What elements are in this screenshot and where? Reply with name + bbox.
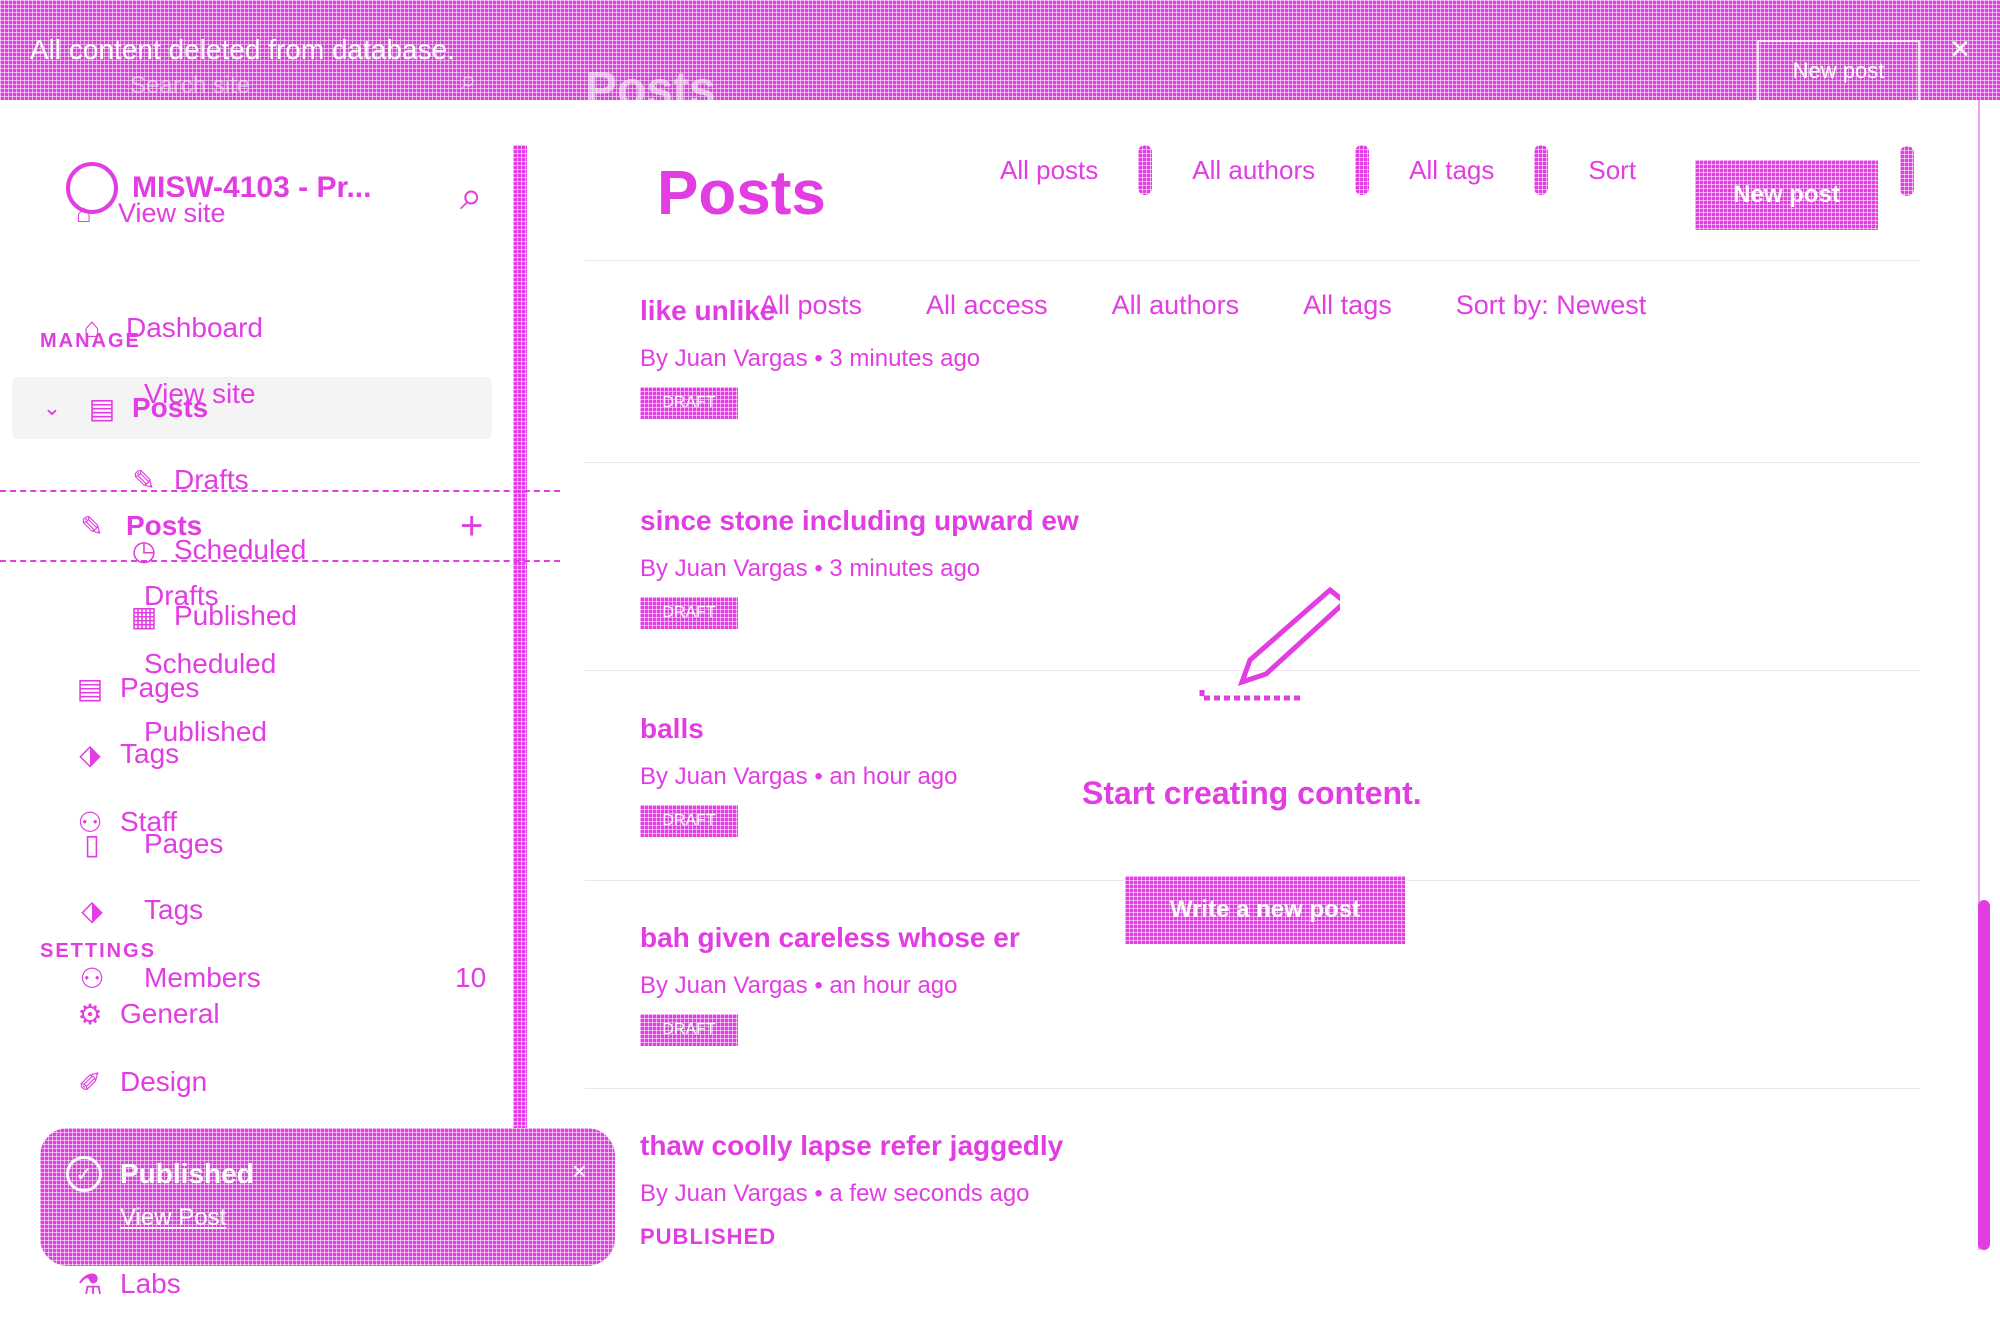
- search-icon[interactable]: ⌕: [460, 174, 482, 219]
- sidebar-item-label: Published: [174, 600, 297, 631]
- view-post-link[interactable]: View Post: [120, 1204, 226, 1232]
- post-meta: By Juan Vargas • 3 minutes ago: [640, 345, 981, 372]
- sidebar-item-label: Scheduled: [174, 534, 307, 565]
- clock-icon: ◷: [131, 534, 157, 566]
- sidebar-item-label: Pages: [120, 672, 200, 703]
- pages-icon: ▯: [84, 828, 100, 860]
- page-title: Posts: [657, 159, 826, 228]
- filter-separator: [1138, 145, 1153, 195]
- brush-icon: ✐: [78, 1066, 102, 1098]
- empty-state-title: Start creating content.: [1082, 775, 1422, 811]
- home-icon: ⌂: [76, 198, 92, 228]
- site-logo-icon: [66, 162, 118, 214]
- post-meta: By Juan Vargas • 3 minutes ago: [640, 555, 981, 582]
- post-meta: By Juan Vargas • a few seconds ago: [640, 1180, 1030, 1207]
- sidebar-item-dashboard[interactable]: ⌂ Dashboard: [0, 300, 510, 356]
- filter-separator: [1900, 146, 1914, 196]
- check-icon: ✓: [66, 1156, 102, 1192]
- sidebar-item-label: Dashboard: [126, 312, 263, 343]
- post-title[interactable]: balls: [640, 713, 1920, 745]
- close-icon[interactable]: ×: [1950, 30, 1970, 69]
- empty-state: [1050, 580, 1470, 715]
- ghost-search-row: Search site ⌕: [40, 60, 500, 114]
- published-icon: ▦: [130, 600, 158, 632]
- toast-title: Published: [120, 1158, 254, 1189]
- view-site-link[interactable]: View site: [118, 198, 226, 229]
- search-placeholder: Search site: [130, 72, 251, 99]
- sidebar-item-pages-2[interactable]: ▯ Pages: [0, 816, 510, 872]
- search-icon[interactable]: ⌕: [460, 64, 477, 98]
- filter-all-posts[interactable]: All posts: [1000, 155, 1098, 186]
- topbar-filters: All posts All authors All tags Sort: [1000, 140, 1636, 200]
- sidebar-item-design[interactable]: ✐ Design: [0, 1054, 510, 1110]
- filter-all-authors[interactable]: All authors: [1192, 155, 1315, 186]
- sidebar-item-label: Labs: [120, 1268, 181, 1299]
- close-icon[interactable]: ×: [572, 1156, 587, 1187]
- pencil-icon: [1199, 586, 1349, 701]
- post-title[interactable]: thaw coolly lapse refer jaggedly: [640, 1130, 1920, 1162]
- filter-separator: [1534, 145, 1549, 195]
- document-icon: ▤: [88, 392, 116, 424]
- filter-separator: [1355, 145, 1370, 195]
- divider: [585, 1088, 1920, 1089]
- tag-icon: ⬗: [81, 894, 103, 926]
- post-meta: By Juan Vargas • an hour ago: [640, 972, 958, 999]
- divider: [585, 260, 1920, 261]
- sidebar-item-label: Posts: [132, 392, 209, 423]
- gear-icon: ⚙: [77, 998, 103, 1030]
- filter-sort[interactable]: Sort: [1588, 155, 1636, 186]
- divider: [585, 462, 1920, 463]
- status-label: PUBLISHED: [640, 1224, 777, 1249]
- post-row[interactable]: thaw coolly lapse refer jaggedly By Juan…: [640, 1130, 1920, 1250]
- sidebar-item-general[interactable]: ⚙ General: [0, 986, 510, 1042]
- pages-icon: ▤: [76, 672, 104, 704]
- post-title[interactable]: like unlike: [640, 295, 1920, 327]
- sidebar-item-label: Tags: [144, 894, 204, 925]
- post-title[interactable]: since stone including upward ew: [640, 505, 1920, 537]
- scroll-track: [1978, 100, 1990, 1250]
- flask-icon: ⚗: [77, 1268, 103, 1300]
- status-badge: DRAFT: [640, 597, 738, 629]
- sidebar-item-label: Pages: [144, 828, 224, 859]
- ghost-new-post-button[interactable]: New post: [1757, 40, 1920, 102]
- sidebar-item-tags-2[interactable]: ⬗ Tags: [0, 882, 510, 938]
- status-badge: DRAFT: [640, 805, 738, 837]
- status-badge: DRAFT: [640, 1014, 738, 1046]
- sidebar-item-posts-expanded[interactable]: ⌄ ▤ Posts: [0, 380, 510, 436]
- status-badge: DRAFT: [640, 387, 738, 419]
- filter-all-tags[interactable]: All tags: [1409, 155, 1494, 186]
- new-post-button[interactable]: New post: [1695, 160, 1878, 230]
- sidebar-item-tags[interactable]: ⬗ Tags: [0, 726, 510, 782]
- toast-notification: ✓ Published View Post ×: [40, 1128, 615, 1266]
- sidebar-item-label: Tags: [120, 738, 180, 769]
- home-icon: ⌂: [83, 312, 101, 343]
- sidebar-scrollbar[interactable]: [513, 145, 527, 1135]
- sidebar-item-label: Design: [120, 1066, 208, 1097]
- sidebar-item-label: General: [120, 998, 220, 1029]
- ghost-page-title: Posts: [585, 63, 716, 116]
- chevron-down-icon[interactable]: ⌄: [32, 388, 72, 428]
- write-new-post-button[interactable]: Write a new post: [1125, 876, 1405, 944]
- tag-icon: ⬗: [79, 738, 101, 770]
- post-row[interactable]: like unlike By Juan Vargas • 3 minutes a…: [640, 295, 1920, 419]
